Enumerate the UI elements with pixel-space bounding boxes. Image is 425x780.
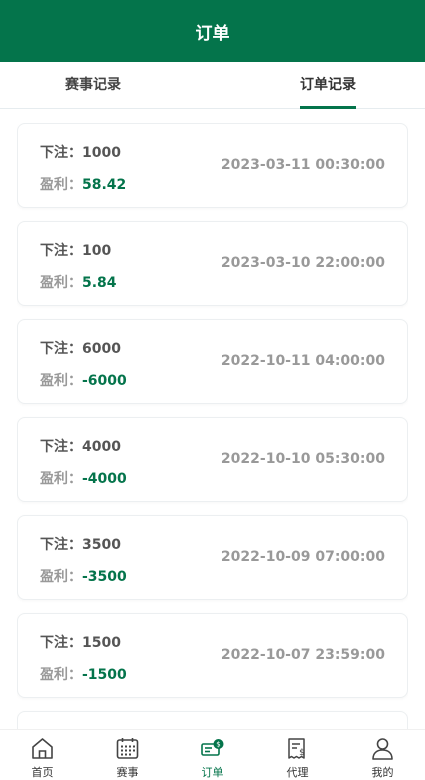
profit-amount: 盈利：-1500 — [40, 667, 127, 683]
order-time: 2022-10-10 05:30:00 — [220, 451, 385, 467]
nav-matches[interactable]: 赛事 — [85, 730, 170, 780]
bet-amount: 下注：1000 — [40, 145, 121, 161]
profit-amount: 盈利：5.84 — [40, 275, 117, 291]
tab-match-records[interactable]: 赛事记录 — [65, 62, 121, 108]
nav-agent[interactable]: $ 代理 — [255, 730, 340, 780]
nav-orders[interactable]: $ 订单 — [170, 730, 255, 780]
bet-amount: 下注：4000 — [40, 439, 121, 455]
svg-text:$: $ — [216, 741, 220, 749]
order-time: 2023-03-10 22:00:00 — [220, 255, 385, 271]
order-time: 2022-10-07 23:59:00 — [220, 647, 385, 663]
nav-label: 我的 — [371, 766, 394, 779]
nav-label: 代理 — [286, 766, 309, 779]
order-card[interactable]: 下注：100 盈利：5.84 2023-03-10 22:00:00 — [17, 221, 408, 306]
agent-icon: $ — [288, 738, 305, 759]
nav-mine[interactable]: 我的 — [340, 730, 425, 780]
calendar-icon — [116, 738, 139, 759]
nav-home[interactable]: 首页 — [0, 730, 85, 780]
tab-bar: 赛事记录 订单记录 — [0, 62, 425, 109]
order-time: 2022-10-09 07:00:00 — [220, 549, 385, 565]
order-time: 2022-10-11 04:00:00 — [220, 353, 385, 369]
tab-label: 赛事记录 — [65, 77, 121, 93]
order-icon: $ — [201, 739, 224, 756]
order-card[interactable]: 下注：1500 盈利：-1500 2022-10-07 23:59:00 — [17, 613, 408, 698]
order-card[interactable]: 下注：3500 盈利：-3500 2022-10-09 07:00:00 — [17, 515, 408, 600]
bet-amount: 下注：3500 — [40, 537, 121, 553]
page-title: 订单 — [195, 23, 230, 44]
tab-order-records[interactable]: 订单记录 — [300, 62, 356, 109]
user-icon — [372, 738, 393, 760]
nav-label: 订单 — [201, 766, 224, 779]
bet-amount: 下注：1500 — [40, 635, 121, 651]
svg-text:$: $ — [299, 748, 305, 758]
bet-amount: 下注：6000 — [40, 341, 121, 357]
profit-amount: 盈利：-6000 — [40, 373, 127, 389]
bottom-nav: 首页 赛事 $ 订单 $ 代理 我的 — [0, 729, 425, 780]
page-header: 订单 — [0, 0, 425, 62]
order-card[interactable]: 下注：1000 盈利：58.42 2023-03-11 00:30:00 — [17, 123, 408, 208]
tab-label: 订单记录 — [300, 77, 356, 93]
nav-label: 赛事 — [116, 766, 139, 779]
nav-label: 首页 — [31, 766, 54, 779]
order-card[interactable]: 下注：4000 盈利：-4000 2022-10-10 05:30:00 — [17, 417, 408, 502]
order-time: 2023-03-11 00:30:00 — [220, 157, 385, 173]
profit-amount: 盈利：-3500 — [40, 569, 127, 585]
active-tab-indicator — [300, 106, 356, 109]
order-card-partial[interactable] — [17, 711, 408, 729]
bet-amount: 下注：100 — [40, 243, 112, 259]
profit-amount: 盈利：-4000 — [40, 471, 127, 487]
order-card[interactable]: 下注：6000 盈利：-6000 2022-10-11 04:00:00 — [17, 319, 408, 404]
order-list[interactable]: 下注：1000 盈利：58.42 2023-03-11 00:30:00 下注：… — [17, 123, 408, 729]
home-icon — [32, 738, 53, 759]
profit-amount: 盈利：58.42 — [40, 177, 127, 193]
